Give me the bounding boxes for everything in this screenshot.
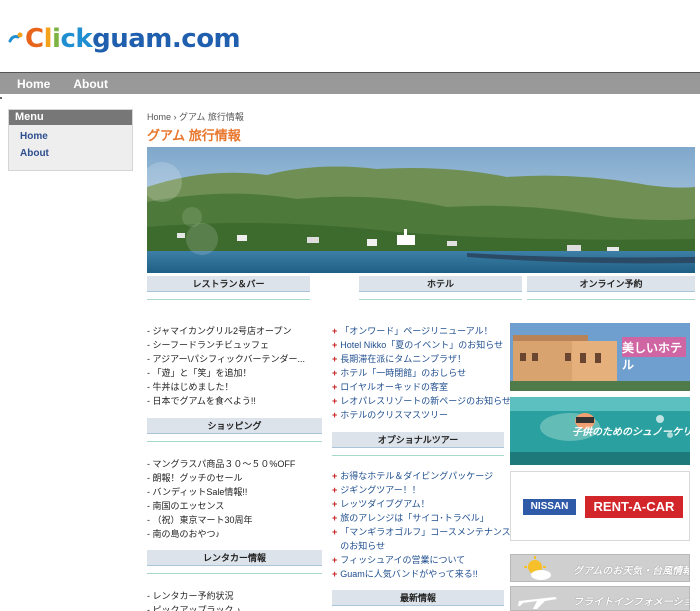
section-header-latest: 最新情報: [332, 590, 504, 606]
list-item[interactable]: - 「遊」と「笑」を追加！: [147, 366, 305, 380]
ad-guam-weather[interactable]: グアムのお天気・台風情報: [510, 554, 690, 582]
list-item[interactable]: - マングラスパ商品３０～５０%OFF: [147, 457, 295, 471]
section-divider: [332, 455, 504, 456]
top-nav: Home About: [0, 73, 700, 94]
shopping-list: - マングラスパ商品３０～５０%OFF - 朗報！グッチのセール - バンディッ…: [147, 457, 295, 541]
list-item[interactable]: + 長期滞在派にタムニンプラザ！: [332, 352, 511, 366]
rentacar-list: - レンタカー予約状況 - ピックアップラック ♪: [147, 589, 241, 611]
list-item[interactable]: + Hotel Nikko「夏のイベント」のお知らせ: [332, 338, 511, 352]
list-item[interactable]: + フィッシュアイの営業について: [332, 553, 511, 567]
list-item[interactable]: - 日本でグアムを食べよう!!: [147, 394, 305, 408]
list-item[interactable]: + お得なホテル＆ダイビングパッケージ: [332, 469, 511, 483]
logo-text: Clickguam.com: [25, 24, 241, 54]
section-header-hotel: ホテル: [359, 276, 522, 292]
section-header-online-booking: オンライン予約: [527, 276, 695, 292]
list-item[interactable]: + 「マンギラオゴルフ」コースメンテナンス: [332, 525, 511, 539]
ad-hotel-label: 美しいホテル: [622, 341, 683, 372]
site-logo[interactable]: Clickguam.com: [8, 22, 241, 56]
list-item[interactable]: - （祝）東京マート30周年: [147, 513, 295, 527]
list-item[interactable]: + ホテルのクリスマスツリー: [332, 408, 511, 422]
section-divider: [527, 299, 695, 300]
section-divider: [147, 299, 310, 300]
section-divider: [147, 573, 322, 574]
page: Clickguam.com Home About Menu Home About…: [0, 0, 700, 611]
list-item[interactable]: + 「オンワード」ページリニューアル！: [332, 324, 511, 338]
ad-beautiful-hotel[interactable]: 美しいホテル: [510, 323, 690, 391]
restaurant-list: - ジャマイカングリル2号店オープン - シーフードランチビュッフェ - アジア…: [147, 324, 305, 408]
rent-a-car-label: RENT-A-CAR: [585, 496, 683, 518]
page-title: グアム 旅行情報: [147, 128, 241, 143]
airplane-icon: [518, 597, 557, 609]
list-item[interactable]: - アジアー\パシフィックバーテンダー...: [147, 352, 305, 366]
breadcrumb[interactable]: Home › グアム 旅行情報: [147, 110, 244, 123]
list-item[interactable]: + 旅のアレンジは「サイコ･トラベル」: [332, 511, 511, 525]
logo-swoosh-icon: [8, 32, 23, 43]
list-item[interactable]: - 牛丼はじめました！: [147, 380, 305, 394]
menu-title: Menu: [9, 110, 132, 125]
nav-home[interactable]: Home: [17, 77, 50, 91]
hotel-list: + 「オンワード」ページリニューアル！ + Hotel Nikko「夏のイベント」の…: [332, 324, 511, 422]
ad-nissan-rentacar[interactable]: NISSAN RENT-A-CAR: [510, 471, 690, 541]
list-item[interactable]: + Guamに人気バンドがやって来る!!: [332, 567, 511, 581]
list-item[interactable]: - シーフードランチビュッフェ: [147, 338, 305, 352]
section-header-optional-tour: オプショナルツアー: [332, 432, 504, 448]
ad-flight-label: フライトインフォメーション: [573, 597, 690, 608]
ad-flight-info[interactable]: フライトインフォメーション: [510, 586, 690, 611]
list-item[interactable]: + レオパレスリゾートの新ページのお知らせ: [332, 394, 511, 408]
tour-list: + お得なホテル＆ダイビングパッケージ + ジギングツアー！！ + レッツダイブグアム…: [332, 469, 511, 581]
menu-item-home[interactable]: Home: [20, 131, 132, 142]
list-item[interactable]: - ピックアップラック ♪: [147, 603, 241, 611]
list-item[interactable]: - 朗報！グッチのセール: [147, 471, 295, 485]
list-item[interactable]: + レッツダイブグアム！: [332, 497, 511, 511]
section-divider: [359, 299, 522, 300]
sun-icon: [524, 556, 551, 580]
list-item[interactable]: - バンディットSale情報!!: [147, 485, 295, 499]
list-item[interactable]: - 南国のエッセンス: [147, 499, 295, 513]
guam-landscape-banner: [147, 147, 695, 273]
side-menu: Menu Home About: [8, 109, 133, 171]
landscape-image: [147, 147, 695, 273]
section-header-restaurant: レストラン＆バー: [147, 276, 310, 292]
list-item[interactable]: + ホテル「一時閉館」のおしらせ: [332, 366, 511, 380]
ad-kids-snorkeling[interactable]: 子供のためのシュノーケリング: [510, 397, 690, 465]
ad-weather-label: グアムのお天気・台風情報: [573, 566, 690, 577]
decorative-dot: [0, 97, 2, 99]
list-item[interactable]: + ロイヤルオーキッドの客室: [332, 380, 511, 394]
nissan-gap: [577, 501, 585, 513]
section-divider: [147, 441, 322, 442]
list-item[interactable]: - 南の島のおやつ♪: [147, 527, 295, 541]
list-item[interactable]: +のお知らせ: [332, 539, 511, 553]
ad-snorkel-label: 子供のためのシュノーケリング: [572, 427, 690, 438]
nav-about[interactable]: About: [73, 77, 108, 91]
list-item[interactable]: - ジャマイカングリル2号店オープン: [147, 324, 305, 338]
section-header-shopping: ショッピング: [147, 418, 322, 434]
list-item[interactable]: + ジギングツアー！！: [332, 483, 511, 497]
menu-item-about[interactable]: About: [20, 148, 132, 159]
section-header-rentacar: レンタカー情報: [147, 550, 322, 566]
nissan-brand: NISSAN: [523, 499, 576, 515]
list-item[interactable]: - レンタカー予約状況: [147, 589, 241, 603]
